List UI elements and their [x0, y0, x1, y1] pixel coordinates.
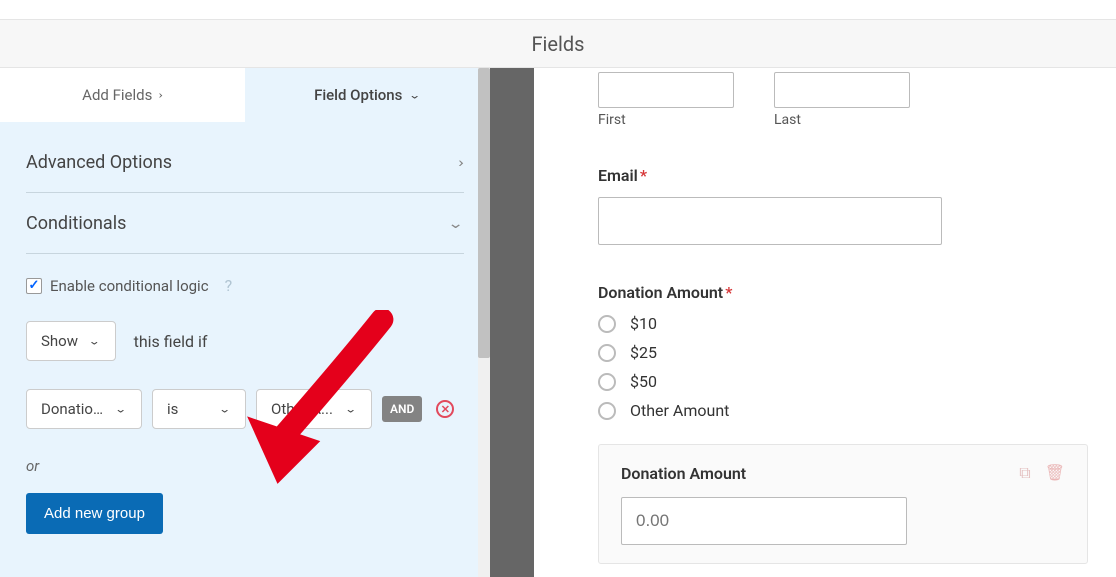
radio-label: $25 — [630, 343, 657, 362]
first-sublabel: First — [598, 112, 734, 128]
section-advanced-options[interactable]: Advanced Options › — [26, 132, 464, 193]
page-header: Fields — [0, 20, 1116, 68]
donation-amount-label: Donation Amount* — [598, 283, 1088, 302]
chevron-down-icon: ⌄ — [88, 335, 101, 348]
tab-field-options[interactable]: Field Options ⌄ — [245, 68, 490, 122]
radio-option-10[interactable]: $10 — [598, 314, 1088, 333]
sidebar-scrollbar[interactable] — [478, 68, 490, 577]
scrollbar-thumb[interactable] — [478, 68, 490, 358]
last-name-input[interactable] — [774, 72, 910, 108]
duplicate-icon[interactable]: ⧉ — [1019, 463, 1030, 483]
radio-icon — [598, 402, 616, 420]
section-conditionals[interactable]: Conditionals ⌄ — [26, 193, 464, 254]
email-input[interactable] — [598, 197, 942, 245]
chevron-down-icon: ⌄ — [344, 403, 357, 416]
radio-option-other[interactable]: Other Amount — [598, 401, 1088, 420]
email-label: Email* — [598, 166, 1088, 185]
enable-conditional-label: Enable conditional logic — [50, 277, 209, 295]
trash-icon[interactable]: 🗑 — [1045, 463, 1065, 483]
chevron-down-icon: ⌄ — [408, 89, 421, 102]
donation-amount-field-box[interactable]: Donation Amount ⧉ 🗑 — [598, 444, 1088, 564]
amount-box-title: Donation Amount — [621, 464, 746, 483]
chevron-right-icon: › — [458, 154, 464, 171]
radio-option-25[interactable]: $25 — [598, 343, 1088, 362]
and-button[interactable]: AND — [382, 396, 422, 422]
radio-label: $10 — [630, 314, 657, 333]
add-new-group-button[interactable]: Add new group — [26, 493, 163, 534]
required-asterisk: * — [725, 283, 732, 302]
this-field-if-label: this field if — [134, 332, 208, 351]
first-name-input[interactable] — [598, 72, 734, 108]
or-label: or — [26, 457, 464, 475]
help-icon[interactable]: ? — [225, 276, 233, 295]
radio-label: $50 — [630, 372, 657, 391]
header-title: Fields — [532, 32, 585, 56]
chevron-down-icon: ⌄ — [218, 403, 231, 416]
sidebar: Add Fields › Field Options ⌄ Advanced Op… — [0, 68, 490, 577]
radio-icon — [598, 315, 616, 333]
radio-icon — [598, 344, 616, 362]
delete-rule-button[interactable]: ✕ — [436, 400, 454, 418]
tab-label: Field Options — [314, 86, 402, 104]
panel-separator — [490, 68, 534, 577]
field-select[interactable]: Donatio... ⌄ — [26, 389, 142, 429]
value-select[interactable]: Other A... ⌄ — [256, 389, 372, 429]
radio-label: Other Amount — [630, 401, 729, 420]
operator-select[interactable]: is ⌄ — [152, 389, 246, 429]
radio-option-50[interactable]: $50 — [598, 372, 1088, 391]
chevron-down-icon: ⌄ — [114, 403, 127, 416]
select-value: Show — [41, 332, 78, 350]
select-value: Other A... — [271, 400, 333, 418]
select-value: Donatio... — [41, 400, 104, 418]
required-asterisk: * — [640, 166, 647, 185]
tab-label: Add Fields — [82, 86, 152, 104]
amount-input[interactable] — [621, 497, 907, 545]
section-title: Conditionals — [26, 213, 126, 234]
select-value: is — [167, 400, 178, 418]
section-title: Advanced Options — [26, 152, 172, 173]
radio-icon — [598, 373, 616, 391]
show-select[interactable]: Show ⌄ — [26, 321, 116, 361]
tab-add-fields[interactable]: Add Fields › — [0, 68, 245, 122]
enable-conditional-checkbox[interactable]: ✓ — [26, 278, 42, 294]
chevron-down-icon: ⌄ — [447, 215, 464, 232]
chevron-right-icon: › — [158, 89, 163, 102]
form-preview: First Last Email* Donation Amount* $10 $… — [534, 68, 1116, 577]
last-sublabel: Last — [774, 112, 910, 128]
